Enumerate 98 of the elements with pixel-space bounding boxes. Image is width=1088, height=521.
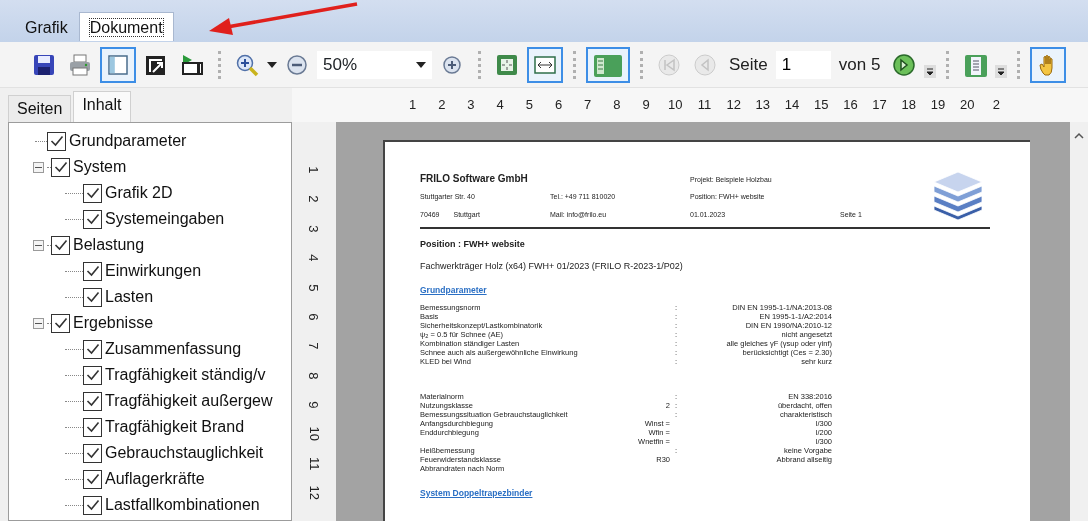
- ruler-number: 17: [871, 96, 888, 115]
- ruler-number: 4: [495, 96, 505, 115]
- tab[interactable]: Dokument: [78, 12, 174, 41]
- page-list-icon: [963, 52, 988, 77]
- ruler-number: 8: [612, 96, 622, 115]
- sidebar-icon: [106, 52, 130, 77]
- checkbox[interactable]: [83, 495, 102, 515]
- ruler-number: 6: [553, 96, 564, 115]
- checkbox[interactable]: [83, 417, 102, 437]
- zoom-out-icon: [285, 52, 309, 77]
- ruler-number: 2: [991, 96, 1001, 115]
- document-subtitle: Fachwerkträger Holz (x64) FWH+ 01/2023 (FRILO R-2023-1/P02): [420, 259, 684, 273]
- page-field[interactable]: 1: [775, 50, 831, 79]
- ruler-number: 2: [437, 96, 447, 115]
- ruler-number: 2: [305, 195, 323, 203]
- ruler-number: 10: [305, 426, 323, 442]
- ruler-number: 7: [583, 96, 593, 115]
- section-link[interactable]: Grundparameter: [420, 284, 487, 297]
- company-name: FRILO Software GmbH: [420, 171, 529, 186]
- checkbox[interactable]: [83, 443, 102, 463]
- ruler-number: 10: [667, 96, 684, 115]
- caret-icon: [416, 61, 426, 68]
- tree-item[interactable]: Tragfähigkeit Brand: [105, 415, 245, 439]
- checkbox[interactable]: [47, 131, 66, 151]
- ruler-number: 3: [466, 96, 476, 115]
- printer-icon: [68, 52, 92, 77]
- fit-width-button[interactable]: [527, 46, 563, 83]
- ruler-number: 11: [305, 456, 323, 471]
- thumbnails-button[interactable]: [586, 46, 630, 83]
- collapse-toggle[interactable]: [33, 161, 44, 173]
- ruler-number: 3: [305, 224, 323, 233]
- tab[interactable]: Inhalt: [73, 91, 131, 122]
- tree-item[interactable]: Systemeingaben: [105, 207, 225, 231]
- ruler-number: 5: [524, 96, 534, 115]
- ruler-number: 9: [641, 96, 651, 115]
- checkbox[interactable]: [83, 261, 102, 281]
- ruler-number: 13: [754, 96, 772, 115]
- ruler-number: 20: [958, 96, 976, 115]
- film-play-icon: [180, 52, 204, 77]
- tree-item[interactable]: Lasten: [105, 285, 154, 309]
- ruler-number: 16: [842, 96, 859, 115]
- overflow-icon[interactable]: [924, 65, 937, 79]
- fit-page-icon: [495, 52, 519, 77]
- tree-item[interactable]: Tragfähigkeit ständig/v: [105, 363, 266, 387]
- tree-item[interactable]: Einwirkungen: [105, 259, 202, 283]
- tree-item[interactable]: Grafik 2D: [105, 181, 173, 205]
- tree-item[interactable]: Ergebnisse: [73, 311, 154, 335]
- tree-item[interactable]: Grundparameter: [69, 129, 187, 153]
- collapse-toggle[interactable]: [33, 239, 44, 251]
- tab[interactable]: Seiten: [8, 95, 72, 122]
- hand-button[interactable]: [1030, 46, 1067, 83]
- document-heading: Position : FWH+ website: [420, 238, 526, 251]
- previous-icon: [693, 52, 717, 77]
- tree-item[interactable]: Tragfähigkeit außergew: [105, 389, 273, 413]
- tree-item[interactable]: System: [73, 155, 127, 179]
- ruler-number: 15: [813, 96, 830, 115]
- section-link[interactable]: System Doppeltrapezbinder: [420, 487, 533, 500]
- ruler-number: 11: [696, 96, 713, 115]
- ruler-number: 8: [305, 371, 323, 380]
- next-icon: [892, 52, 917, 77]
- checkbox[interactable]: [51, 235, 70, 255]
- checkbox[interactable]: [83, 339, 102, 359]
- ruler-number: 7: [305, 342, 323, 350]
- ruler-number: 18: [900, 96, 917, 115]
- tree-item[interactable]: Auflagerkräfte: [105, 467, 205, 491]
- checkbox[interactable]: [83, 183, 102, 203]
- toolbar-label: von 5: [837, 53, 882, 76]
- zoom-in-icon: [235, 52, 259, 77]
- thumbnails-icon: [592, 52, 624, 77]
- tree-item[interactable]: Gebrauchstauglichkeit: [105, 441, 264, 465]
- ruler-number: 12: [725, 96, 742, 115]
- tree-item[interactable]: Zusammenfassung: [105, 337, 242, 361]
- skip-start-icon: [657, 52, 681, 77]
- scroll-up-icon[interactable]: [1074, 132, 1084, 139]
- ruler-number: 14: [783, 96, 801, 115]
- ruler-number: 5: [305, 283, 323, 291]
- checkbox[interactable]: [51, 157, 70, 177]
- ruler-number: 19: [929, 96, 947, 115]
- collapse-toggle[interactable]: [33, 317, 44, 329]
- checkbox[interactable]: [83, 209, 102, 229]
- toolbar-label: Seite: [728, 53, 769, 76]
- ruler-number: 6: [305, 313, 323, 321]
- zoom-combo[interactable]: 50%: [317, 50, 432, 79]
- checkbox[interactable]: [83, 365, 102, 385]
- tab[interactable]: Grafik: [14, 12, 79, 42]
- ruler-number: 12: [305, 485, 323, 501]
- ruler-number: 1: [407, 96, 418, 115]
- overflow-icon[interactable]: [995, 65, 1008, 79]
- checkbox[interactable]: [51, 313, 70, 333]
- tree-item[interactable]: Belastung: [73, 233, 145, 257]
- ruler-number: 1: [305, 166, 323, 174]
- checkbox[interactable]: [83, 391, 102, 411]
- ruler-number: 9: [305, 401, 323, 409]
- tree-item[interactable]: Lastfallkombinationen: [105, 493, 260, 517]
- ruler-number: 4: [305, 254, 323, 262]
- checkbox[interactable]: [83, 469, 102, 489]
- checkbox[interactable]: [83, 287, 102, 307]
- caret-icon[interactable]: [267, 62, 277, 69]
